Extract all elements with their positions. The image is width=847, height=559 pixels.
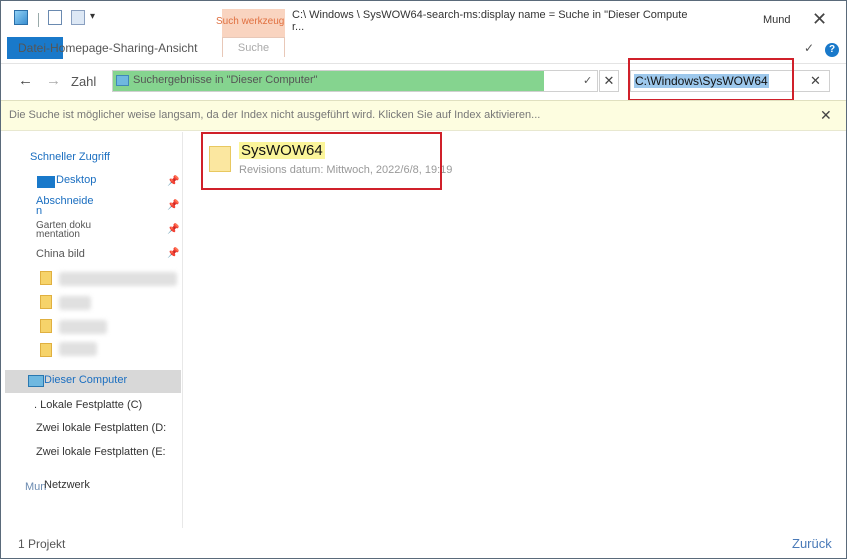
sidebar-item-china-image[interactable]: China bild	[36, 248, 85, 260]
search-results-icon	[116, 75, 129, 86]
navigation-pane: Schneller Zugriff Desktop 📌 Abschneide n…	[1, 132, 183, 528]
folder-icon[interactable]	[40, 271, 52, 285]
sidebar-item-desktop[interactable]: Desktop	[56, 174, 96, 186]
desktop-icon	[37, 176, 55, 188]
folder-icon[interactable]	[40, 295, 52, 309]
blurred-folder-name	[59, 342, 97, 356]
folder-app-icon[interactable]	[14, 10, 28, 25]
sidebar-item-drive-d[interactable]: Zwei lokale Festplatten (D:	[36, 422, 166, 434]
tab-search[interactable]: Suche	[222, 37, 285, 57]
address-bar[interactable]: Suchergebnisse in "Dieser Computer" ✓	[112, 70, 598, 92]
window-title: C:\ Windows \ SysWOW64-search-ms:display…	[292, 9, 688, 33]
results-pane: SysWOW64 Revisions datum: Mittwoch, 2022…	[184, 132, 846, 528]
blurred-folder-name	[59, 320, 107, 334]
help-icon[interactable]: ?	[825, 43, 839, 57]
title-bar: ▾ Such werkzeug Suche C:\ Windows \ SysW…	[1, 1, 846, 63]
search-tools-label: Such werkzeug	[216, 16, 285, 27]
computer-icon	[28, 375, 44, 387]
sidebar-item-quick-access[interactable]: Schneller Zugriff	[30, 151, 110, 163]
sidebar-item-snip-line1: Abschneide	[36, 195, 94, 207]
minimize-button[interactable]: Mund	[763, 14, 791, 26]
sidebar-item-snip[interactable]: Abschneide n	[36, 195, 94, 217]
result-modified-date: Revisions datum: Mittwoch, 2022/6/8, 19:…	[239, 164, 453, 176]
sidebar-item-garden-doc[interactable]: Garten doku mentation	[36, 221, 91, 240]
sidebar-item-this-pc[interactable]: Dieser Computer	[44, 374, 127, 386]
pin-icon[interactable]: 📌	[167, 224, 179, 235]
new-folder-icon[interactable]	[71, 10, 85, 25]
info-message[interactable]: Die Suche ist möglicher weise langsam, d…	[9, 109, 540, 121]
explorer-window: ▾ Such werkzeug Suche C:\ Windows \ SysW…	[0, 0, 847, 559]
pin-icon[interactable]: 📌	[167, 176, 179, 187]
ribbon-tabs[interactable]: Datei-Homepage-Sharing-Ansicht	[18, 41, 197, 55]
address-text: Suchergebnisse in "Dieser Computer"	[133, 74, 318, 86]
pin-icon[interactable]: 📌	[167, 200, 179, 211]
sidebar-item-garden-line2: mentation	[36, 229, 80, 240]
properties-icon[interactable]	[48, 10, 62, 25]
ribbon-expand-icon[interactable]: ✓	[804, 41, 814, 55]
back-link[interactable]: Zurück	[792, 536, 832, 551]
sidebar-item-snip-line2: n	[36, 205, 43, 217]
blurred-folder-name	[59, 296, 91, 310]
search-clear-button[interactable]: ✕	[810, 73, 821, 89]
item-count: 1 Projekt	[18, 537, 66, 551]
result-name[interactable]: SysWOW64	[239, 142, 325, 159]
folder-icon	[209, 146, 231, 172]
search-input-value: C:\Windows\SysWOW64	[634, 74, 769, 88]
address-dropdown-icon[interactable]: ✓	[583, 74, 592, 87]
search-input[interactable]: C:\Windows\SysWOW64 ✕	[630, 70, 830, 92]
sidebar-item-drive-c[interactable]: . Lokale Festplatte (C)	[34, 399, 142, 411]
folder-icon[interactable]	[40, 319, 52, 333]
address-clear-button[interactable]: ✕	[599, 70, 619, 92]
folder-icon[interactable]	[40, 343, 52, 357]
sidebar-item-drive-e[interactable]: Zwei lokale Festplatten (E:	[36, 446, 166, 458]
nav-label: Zahl	[71, 74, 97, 89]
toolbar-divider	[38, 13, 39, 27]
navigation-bar: ← → Zahl Suchergebnisse in "Dieser Compu…	[1, 63, 846, 99]
status-bar: 1 Projekt Zurück	[1, 528, 846, 558]
quick-access-customize-icon[interactable]: ▾	[90, 11, 95, 22]
blurred-folder-name	[59, 272, 177, 286]
close-button[interactable]: ✕	[812, 9, 827, 30]
index-info-bar[interactable]: Die Suche ist möglicher weise langsam, d…	[1, 100, 846, 131]
sidebar-item-network[interactable]: Netzwerk	[44, 479, 90, 491]
info-close-button[interactable]: ✕	[820, 107, 832, 124]
pin-icon[interactable]: 📌	[167, 248, 179, 259]
back-arrow-icon[interactable]: ←	[18, 72, 33, 89]
forward-arrow-icon[interactable]: →	[46, 72, 61, 89]
